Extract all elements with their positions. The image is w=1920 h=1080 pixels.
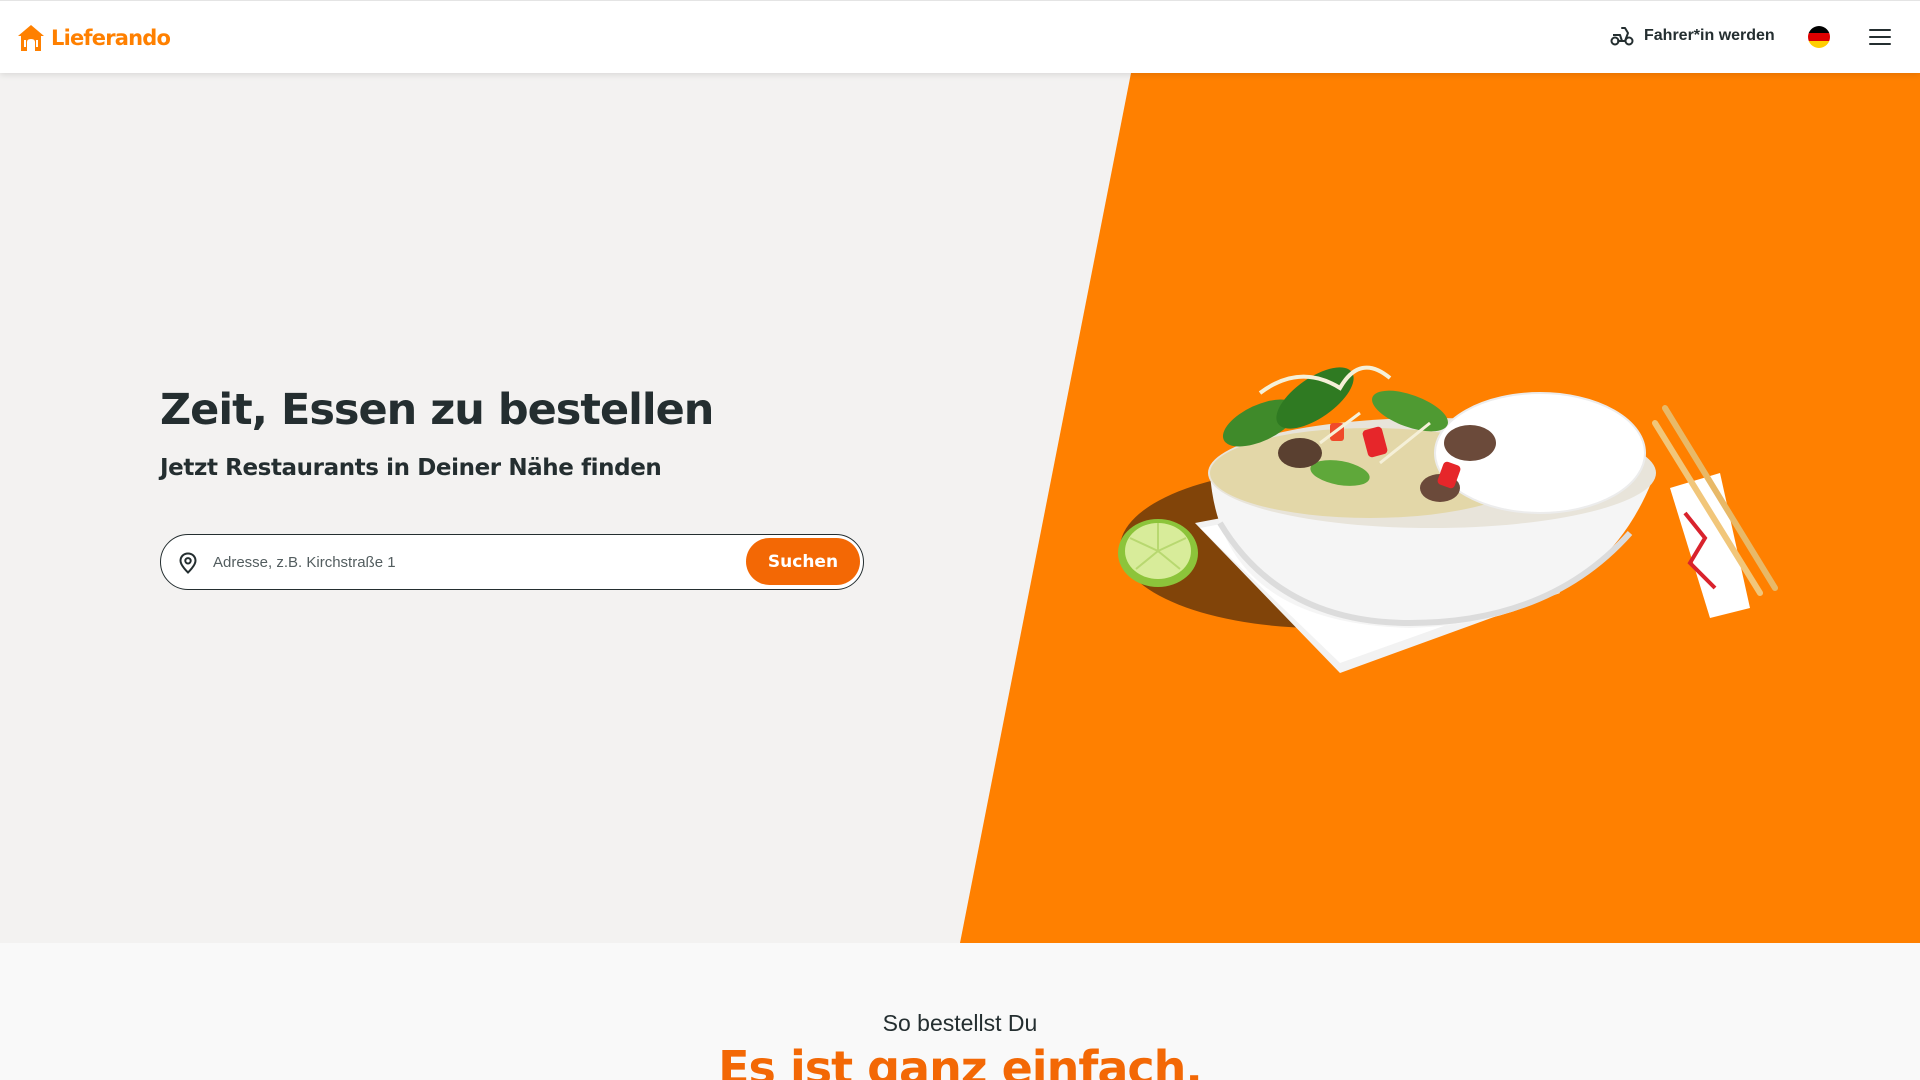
- site-header: Lieferando Fahrer*in werden: [0, 0, 1920, 73]
- address-search-input[interactable]: [213, 545, 693, 579]
- scooter-icon: [1610, 27, 1634, 46]
- hero-subtitle: Jetzt Restaurants in Deiner Nähe finden: [160, 454, 662, 481]
- how-to-order-title: Es ist ganz einfach.: [718, 1041, 1203, 1080]
- language-flag-de[interactable]: [1808, 26, 1830, 48]
- become-courier-label: Fahrer*in werden: [1644, 27, 1775, 44]
- search-button[interactable]: Suchen: [746, 538, 860, 585]
- food-bowl-illustration: [1118, 365, 1778, 673]
- how-to-order-section: So bestellst Du Es ist ganz einfach.: [0, 943, 1920, 1080]
- how-to-order-kicker: So bestellst Du: [882, 1010, 1038, 1036]
- become-courier-link[interactable]: Fahrer*in werden: [1610, 25, 1775, 47]
- location-pin-icon: [179, 552, 197, 574]
- house-logo-icon: [18, 25, 44, 51]
- logo-text: Lieferando: [51, 26, 171, 50]
- lieferando-logo[interactable]: Lieferando: [16, 21, 171, 55]
- hero-text: Zeit, Essen zu bestellen Jetzt Restauran…: [160, 385, 880, 481]
- hamburger-menu-icon[interactable]: [1868, 26, 1892, 48]
- hero-title: Zeit, Essen zu bestellen: [160, 385, 714, 435]
- address-search-bar: Suchen: [160, 534, 864, 590]
- hero-section: Zeit, Essen zu bestellen Jetzt Restauran…: [0, 73, 1920, 943]
